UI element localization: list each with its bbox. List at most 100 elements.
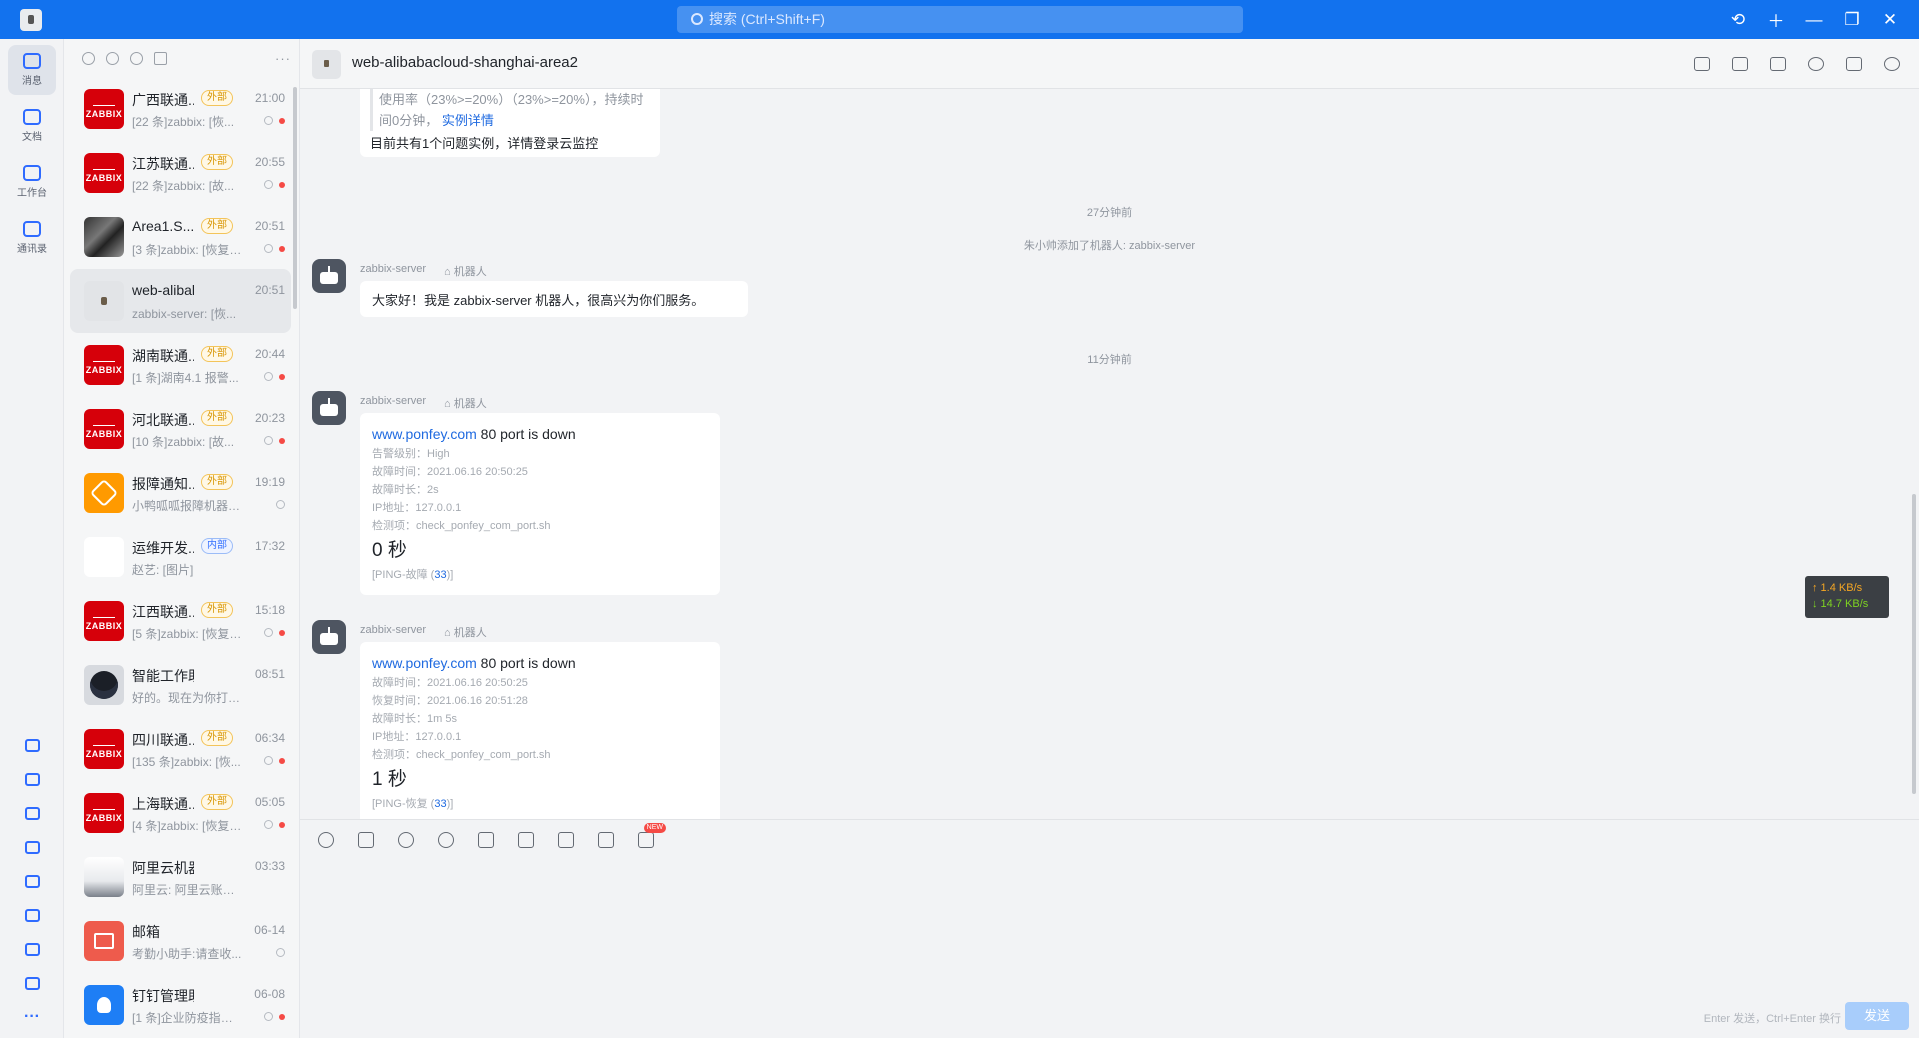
doc-icon[interactable] [154,51,167,65]
conversation-name: 江苏联通... [132,156,194,172]
files-button[interactable] [1759,39,1797,89]
emoji-button[interactable] [314,828,338,852]
chat-header: web-alibabacloud-shanghai-area2 [300,39,1919,89]
conversation-item[interactable]: ZABBIX 湖南联通... 外部 20:44 [1 条]湖南4.1 报警... [70,333,291,397]
conversation-name: 运维开发... [132,540,194,556]
rail-calendar-button[interactable] [0,762,64,796]
close-button[interactable]: ✕ [1871,0,1909,39]
gear-icon [1884,57,1900,71]
at-icon[interactable] [82,51,95,65]
live-button[interactable] [1683,39,1721,89]
rail-item-contacts[interactable]: 通讯录 [8,213,56,263]
mute-icon [264,820,273,829]
conversation-item[interactable]: Area1.S... 外部 20:51 [3 条]zabbix: [恢复]... [70,205,291,269]
list-scrollbar[interactable] [293,87,297,309]
conversation-avatar [84,537,124,577]
conversation-item[interactable]: web-alibaba... 20:51 zabbix-server: [恢... [70,269,291,333]
add-member-button[interactable] [1797,39,1835,89]
announce-button[interactable] [1721,39,1759,89]
conversation-preview: [22 条]zabbix: [恢... [132,115,235,129]
more-icon[interactable]: ··· [275,51,291,66]
alert-host-link[interactable]: www.ponfey.com [372,426,477,442]
search-chat-button[interactable] [1835,39,1873,89]
chat-icon [23,53,41,69]
screenshot-button[interactable] [394,828,418,852]
conversation-item[interactable]: 智能工作助理 08:51 好的。现在为你打开... [70,653,291,717]
conversation-item[interactable]: ZABBIX 江西联通... 外部 15:18 [5 条]zabbix: [恢复]... [70,589,291,653]
conversation-preview: [4 条]zabbix: [恢复]... [132,819,242,833]
app-logo[interactable] [20,9,42,31]
conversation-avatar: ZABBIX [84,409,124,449]
ding-button[interactable] [594,828,618,852]
conversation-item[interactable]: ZABBIX 河北联通... 外部 20:23 [10 条]zabbix: [故... [70,397,291,461]
alert-host-link[interactable]: www.ponfey.com [372,655,477,671]
live-button[interactable]: NEW [634,823,666,852]
like-button[interactable] [354,828,378,852]
add-button[interactable]: ＋ [1757,0,1795,39]
bot-avatar[interactable] [312,259,346,293]
settings-button[interactable] [1873,39,1911,89]
bot-avatar[interactable] [312,620,346,654]
ping-count-link[interactable]: 33 [434,569,446,581]
rail-more-button[interactable]: ··· [0,1000,64,1034]
doc-icon [23,109,41,125]
star-icon[interactable] [106,51,119,65]
rail-item-docs[interactable]: 文档 [8,101,56,151]
file-button[interactable] [474,828,498,852]
rail-cloud-button[interactable] [0,728,64,762]
calendar-button[interactable] [514,828,538,852]
rail-form-button[interactable] [0,932,64,966]
lightning-icon [598,832,614,848]
send-hint: Enter 发送，Ctrl+Enter 换行 [1703,1013,1841,1025]
sender-name[interactable]: zabbix-server [360,395,426,411]
message-scrollbar[interactable] [1912,494,1916,794]
conversation-item[interactable]: ZABBIX 四川联通... 外部 06:34 [135 条]zabbix: [恢... [70,717,291,781]
history-button[interactable]: ⟲ [1719,0,1757,39]
rail-phone-button[interactable] [0,898,64,932]
conversation-item[interactable]: ZABBIX 江苏联通... 外部 20:55 [22 条]zabbix: [故... [70,141,291,205]
conversation-name: 邮箱 [132,924,160,940]
sender-name[interactable]: zabbix-server [360,263,426,279]
conversation-item[interactable]: 钉钉管理助手 06-08 [1 条]企业防疫指南... [70,973,291,1037]
sender-name[interactable]: zabbix-server [360,624,426,640]
conversation-item[interactable]: 报障通知... 外部 19:19 小鸭呱呱报障机器人... [70,461,291,525]
conversation-name: 上海联通... [132,796,194,812]
conversation-time: 19:19 [254,475,285,489]
rail-mail-button[interactable] [0,864,64,898]
conversation-item[interactable]: 邮箱 06-14 考勤小助手:请查收... [70,909,291,973]
add-user-icon [1808,57,1824,71]
clock-icon[interactable] [130,51,143,65]
check-icon [558,832,574,848]
conversation-preview: [1 条]企业防疫指南... [132,1011,242,1025]
conversation-item[interactable]: 阿里云机器人... 03:33 阿里云: 阿里云账户... [70,845,291,909]
minimize-button[interactable]: — [1795,0,1833,39]
network-speed-widget[interactable]: ↑ 1.4 KB/s ↓ 14.7 KB/s [1805,576,1889,618]
mute-icon [264,436,273,445]
conversation-tag: 外部 [201,346,233,362]
bot-avatar[interactable] [312,391,346,425]
ping-count-link[interactable]: 33 [434,798,446,810]
conversation-item[interactable]: 运维开发... 内部 17:32 赵艺: [图片] [70,525,291,589]
rail-folder-button[interactable] [0,966,64,1000]
restore-button[interactable]: ❐ [1833,0,1871,39]
instance-detail-link[interactable]: 实例详情 [442,113,494,128]
system-note: 朱小帅添加了机器人: zabbix-server [1023,240,1196,252]
rail-item-workbench[interactable]: 工作台 [8,157,56,207]
send-button[interactable]: 发送 [1845,1002,1909,1030]
conversation-avatar: ZABBIX [84,601,124,641]
rail-item-messages[interactable]: 消息 [8,45,56,95]
conversation-item[interactable]: ZABBIX 上海联通... 外部 05:05 [4 条]zabbix: [恢复]... [70,781,291,845]
chat-title[interactable]: web-alibabacloud-shanghai-area2 [352,54,578,71]
conversation-avatar [84,281,124,321]
todo-button[interactable] [554,828,578,852]
mute-icon [264,628,273,637]
global-search-input[interactable]: 搜索 (Ctrl+Shift+F) [677,6,1243,33]
unread-dot [279,374,285,380]
rail-todo-button[interactable] [0,796,64,830]
conversation-item[interactable]: ZABBIX 广西联通... 外部 21:00 [22 条]zabbix: [恢... [70,77,291,141]
rail-ding-button[interactable] [0,830,64,864]
scissors-icon [398,832,414,848]
mute-icon [276,948,285,957]
mention-button[interactable] [434,828,458,852]
group-avatar[interactable] [312,50,341,79]
